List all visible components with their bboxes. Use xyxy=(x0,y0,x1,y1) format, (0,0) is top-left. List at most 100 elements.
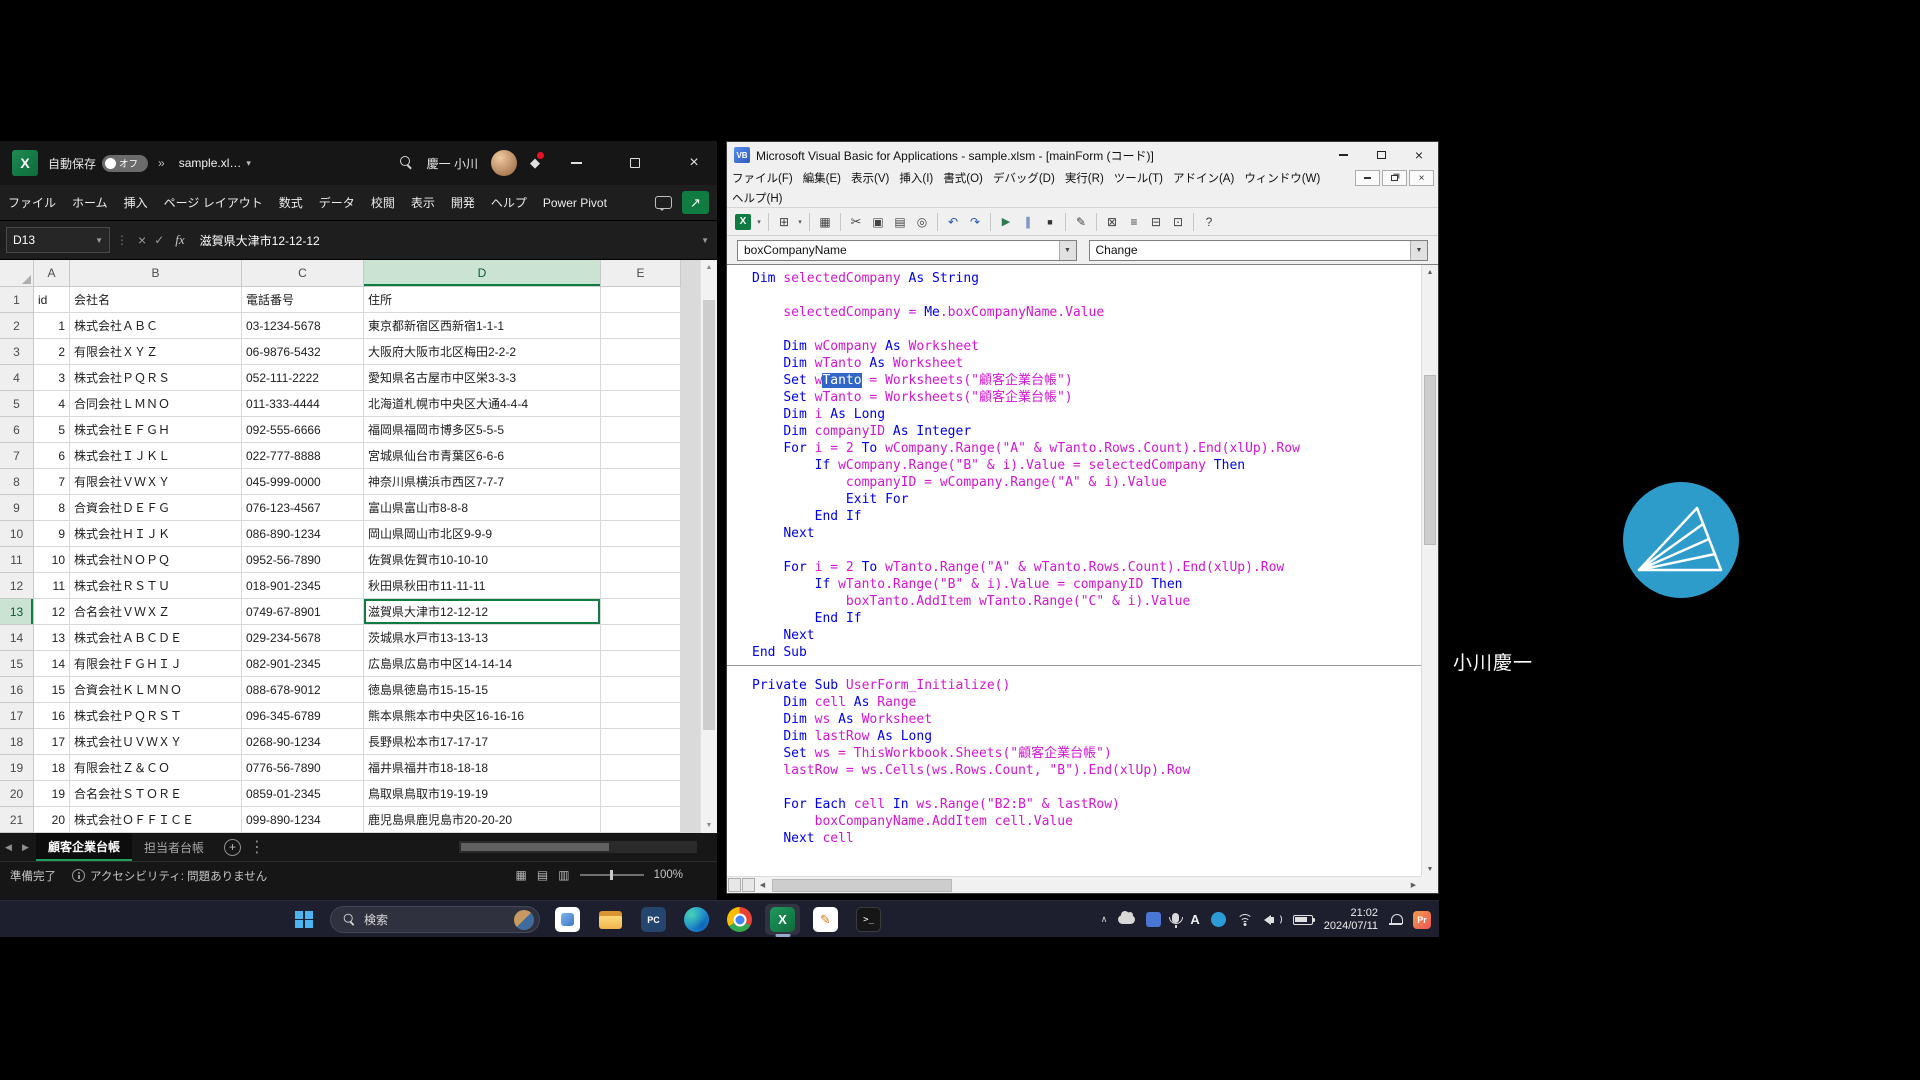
ribbon-tab-formulas[interactable]: 数式 xyxy=(271,185,311,220)
cell-D8[interactable]: 神奈川県横浜市西区7-7-7 xyxy=(364,469,601,495)
sheet-horizontal-scrollbar[interactable] xyxy=(459,841,697,853)
vba-vscroll-thumb[interactable] xyxy=(1424,375,1436,545)
taskbar-search[interactable]: 検索 xyxy=(330,906,540,933)
cell-D2[interactable]: 東京都新宿区西新宿1-1-1 xyxy=(364,313,601,339)
zoom-slider[interactable] xyxy=(580,874,644,876)
save-icon[interactable]: ▦ xyxy=(814,211,836,233)
cell-C6[interactable]: 092-555-6666 xyxy=(242,417,364,443)
cell-E19[interactable] xyxy=(601,755,681,781)
run-icon[interactable]: ▶ xyxy=(995,211,1017,233)
cell-B6[interactable]: 株式会社ＥＦＧＨ xyxy=(70,417,242,443)
vba-menu-insert[interactable]: 挿入(I) xyxy=(894,170,938,186)
object-combobox-arrow-icon[interactable]: ▼ xyxy=(1059,241,1076,260)
ribbon-tab-review[interactable]: 校閲 xyxy=(363,185,403,220)
taskbar-app-chrome[interactable] xyxy=(718,901,761,938)
cell-E17[interactable] xyxy=(601,703,681,729)
scroll-up-icon[interactable]: ▲ xyxy=(701,260,717,275)
procedure-combobox-arrow-icon[interactable]: ▼ xyxy=(1410,241,1427,260)
cell-C13[interactable]: 0749-67-8901 xyxy=(242,599,364,625)
cell-D3[interactable]: 大阪府大阪市北区梅田2-2-2 xyxy=(364,339,601,365)
cell-C17[interactable]: 096-345-6789 xyxy=(242,703,364,729)
taskbar-app-file-explorer[interactable] xyxy=(589,901,632,938)
tray-circle-icon[interactable] xyxy=(1211,912,1226,927)
row-header-9[interactable]: 9 xyxy=(0,495,34,521)
sheet-nav-right-icon[interactable]: ▶ xyxy=(17,842,34,853)
copy-icon[interactable]: ▣ xyxy=(867,211,889,233)
vba-menu-format[interactable]: 書式(O) xyxy=(938,170,988,186)
cell-C1[interactable]: 電話番号 xyxy=(242,287,364,313)
cell-E21[interactable] xyxy=(601,807,681,833)
toolbox-icon[interactable]: ⊡ xyxy=(1167,211,1189,233)
vba-menu-tools[interactable]: ツール(T) xyxy=(1109,170,1168,186)
design-mode-icon[interactable]: ✎ xyxy=(1070,211,1092,233)
sheet-tab-2[interactable]: 担当者台帳 xyxy=(132,833,216,861)
cell-C3[interactable]: 06-9876-5432 xyxy=(242,339,364,365)
cell-A12[interactable]: 11 xyxy=(34,573,70,599)
avatar[interactable] xyxy=(491,150,517,176)
cell-A11[interactable]: 10 xyxy=(34,547,70,573)
excel-close-button[interactable]: × xyxy=(671,141,717,185)
cell-A14[interactable]: 13 xyxy=(34,625,70,651)
properties-window-icon[interactable]: ≡ xyxy=(1123,211,1145,233)
find-icon[interactable]: ◎ xyxy=(911,211,933,233)
cell-D7[interactable]: 宮城県仙台市青葉区6-6-6 xyxy=(364,443,601,469)
microphone-icon[interactable] xyxy=(1172,913,1179,923)
row-header-16[interactable]: 16 xyxy=(0,677,34,703)
break-icon[interactable]: ∥ xyxy=(1017,211,1039,233)
search-icon[interactable] xyxy=(400,156,414,170)
cell-A20[interactable]: 19 xyxy=(34,781,70,807)
ribbon-tab-data[interactable]: データ xyxy=(311,185,363,220)
cell-E1[interactable] xyxy=(601,287,681,313)
cell-A21[interactable]: 20 xyxy=(34,807,70,833)
row-header-21[interactable]: 21 xyxy=(0,807,34,833)
volume-icon[interactable] xyxy=(1264,914,1282,925)
quick-access-chevron[interactable]: » xyxy=(158,156,165,170)
cell-D17[interactable]: 熊本県熊本市中央区16-16-16 xyxy=(364,703,601,729)
child-close-button[interactable]: × xyxy=(1409,170,1434,186)
taskbar-app-edge[interactable] xyxy=(675,901,718,938)
cell-B2[interactable]: 株式会社ＡＢＣ xyxy=(70,313,242,339)
page-layout-view-icon[interactable]: ▤ xyxy=(537,868,548,882)
ribbon-tab-power-pivot[interactable]: Power Pivot xyxy=(535,185,615,220)
excel-minimize-button[interactable] xyxy=(553,141,599,185)
name-box-dropdown-icon[interactable]: ▼ xyxy=(95,236,103,245)
cell-D16[interactable]: 徳島県徳島市15-15-15 xyxy=(364,677,601,703)
cell-D1[interactable]: 住所 xyxy=(364,287,601,313)
row-header-14[interactable]: 14 xyxy=(0,625,34,651)
excel-maximize-button[interactable] xyxy=(612,141,658,185)
object-combobox[interactable]: boxCompanyName ▼ xyxy=(737,240,1077,261)
start-button[interactable] xyxy=(284,901,324,938)
cell-B5[interactable]: 合同会社ＬＭＮＯ xyxy=(70,391,242,417)
cell-D13[interactable]: 滋賀県大津市12-12-12 xyxy=(364,599,601,625)
cell-B4[interactable]: 株式会社ＰＱＲＳ xyxy=(70,365,242,391)
insert-userform-icon[interactable]: ⊞ xyxy=(773,211,795,233)
coach-diamond-icon[interactable]: ◆ xyxy=(530,155,540,171)
cell-E16[interactable] xyxy=(601,677,681,703)
cell-C21[interactable]: 099-890-1234 xyxy=(242,807,364,833)
horizontal-scrollbar-thumb[interactable] xyxy=(461,843,609,851)
title-dropdown-icon[interactable]: ▾ xyxy=(246,158,251,169)
taskbar-app-terminal[interactable]: >_ xyxy=(847,901,890,938)
cell-B17[interactable]: 株式会社ＰＱＲＳＴ xyxy=(70,703,242,729)
row-header-4[interactable]: 4 xyxy=(0,365,34,391)
redo-icon[interactable]: ↷ xyxy=(964,211,986,233)
cell-C16[interactable]: 088-678-9012 xyxy=(242,677,364,703)
scroll-down-icon[interactable]: ▼ xyxy=(701,818,717,833)
row-header-5[interactable]: 5 xyxy=(0,391,34,417)
cell-E12[interactable] xyxy=(601,573,681,599)
row-header-6[interactable]: 6 xyxy=(0,417,34,443)
insert-function-icon[interactable]: fx xyxy=(175,232,184,248)
vba-horizontal-scrollbar[interactable]: ◀ ▶ xyxy=(727,876,1421,893)
row-header-12[interactable]: 12 xyxy=(0,573,34,599)
dropdown-icon[interactable]: ▾ xyxy=(754,211,764,233)
scroll-right-icon[interactable]: ▶ xyxy=(1406,881,1421,889)
paste-icon[interactable]: ▤ xyxy=(889,211,911,233)
cell-B18[interactable]: 株式会社ＵＶＷＸＹ xyxy=(70,729,242,755)
sheet-tab-1[interactable]: 顧客企業台帳 xyxy=(36,833,132,861)
row-header-15[interactable]: 15 xyxy=(0,651,34,677)
child-minimize-button[interactable] xyxy=(1355,170,1380,186)
cell-E8[interactable] xyxy=(601,469,681,495)
scroll-down-icon[interactable]: ▼ xyxy=(1422,862,1438,877)
cell-B11[interactable]: 株式会社ＮＯＰＱ xyxy=(70,547,242,573)
cell-B3[interactable]: 有限会社ＸＹＺ xyxy=(70,339,242,365)
